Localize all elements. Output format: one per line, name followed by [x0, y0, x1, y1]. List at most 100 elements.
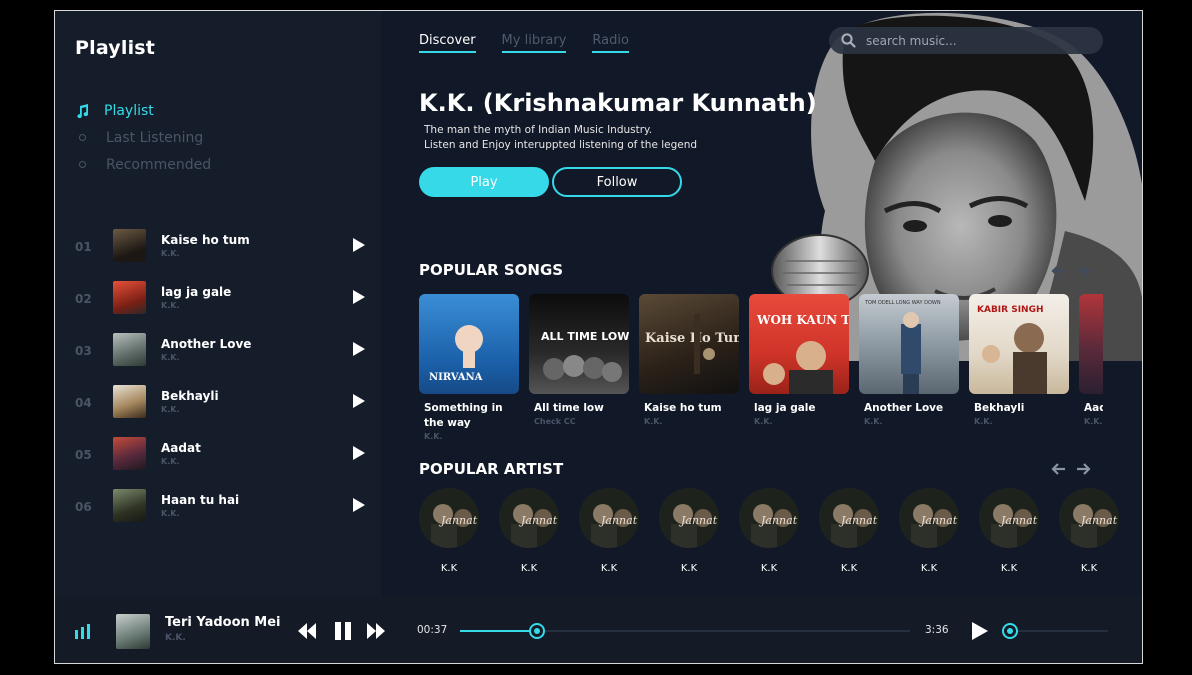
cover-text: KABIR SINGH — [977, 305, 1044, 315]
song-card[interactable]: Aad K.K. — [1079, 294, 1103, 449]
song-card[interactable]: Kaise Ho Tum Kaise ho tum K.K. — [639, 294, 739, 449]
song-title: Kaise ho tum — [644, 402, 722, 414]
popular-songs-title: POPULAR SONGS — [419, 261, 564, 279]
play-icon[interactable] — [353, 394, 365, 408]
fast-forward-icon[interactable] — [366, 622, 386, 640]
volume-handle[interactable] — [1002, 623, 1018, 639]
song-artist: K.K. — [1084, 417, 1103, 426]
artist-name: K.K — [520, 563, 538, 574]
play-icon[interactable] — [353, 342, 365, 356]
track-row[interactable]: 03 Another Love K.K. — [75, 333, 375, 385]
play-icon[interactable] — [353, 238, 365, 252]
search-bar[interactable] — [829, 27, 1103, 54]
sidebar-title: Playlist — [75, 37, 156, 59]
track-number: 03 — [75, 344, 92, 358]
sidebar-item-playlist[interactable]: Playlist — [75, 97, 211, 124]
sidebar: Playlist Playlist Last Listening Recomme… — [55, 11, 381, 597]
play-icon[interactable] — [353, 446, 365, 460]
song-title: Aad — [1084, 402, 1103, 414]
track-artist: K.K. — [161, 353, 180, 362]
progress-bar[interactable] — [460, 623, 910, 639]
tab-discover[interactable]: Discover — [419, 33, 476, 53]
popular-artist-list: Jannat K.K Jannat K.K Jannat K.K Jannat K.K Jann… — [419, 488, 1139, 574]
track-title: Bekhayli — [161, 389, 219, 403]
song-card[interactable]: KABIR SINGH Bekhayli K.K. — [969, 294, 1069, 449]
volume-slider[interactable] — [1002, 623, 1108, 639]
cover-text: TOM ODELL LONG WAY DOWN — [864, 300, 941, 306]
progress-handle[interactable] — [528, 623, 545, 639]
play-icon[interactable] — [971, 621, 989, 641]
track-thumbnail — [113, 229, 146, 262]
arrow-left-icon[interactable] — [1050, 264, 1066, 278]
song-title: lag ja gale — [754, 402, 816, 414]
avatar-text: Jannat — [519, 514, 558, 527]
now-playing-title: Teri Yadoon Mei — [165, 615, 281, 630]
track-row[interactable]: 06 Haan tu hai K.K. — [75, 489, 375, 541]
track-row[interactable]: 04 Bekhayli K.K. — [75, 385, 375, 437]
sidebar-item-last-listening[interactable]: Last Listening — [75, 124, 211, 151]
track-title: Aadat — [161, 441, 201, 455]
cover-text: Kaise Ho Tum — [645, 331, 739, 346]
artist-card[interactable]: Jannat K.K — [499, 488, 559, 574]
track-row[interactable]: 02 lag ja gale K.K. — [75, 281, 375, 333]
artist-name: K.K — [1080, 563, 1098, 574]
song-card[interactable]: WOH KAUN THI? lag ja gale K.K. — [749, 294, 849, 449]
song-artist: K.K. — [754, 417, 773, 426]
artist-card[interactable]: Jannat K.K — [819, 488, 879, 574]
artist-name: K.K — [920, 563, 938, 574]
sidebar-item-recommended[interactable]: Recommended — [75, 151, 211, 178]
play-icon[interactable] — [353, 498, 365, 512]
track-row[interactable]: 05 Aadat K.K. — [75, 437, 375, 489]
track-thumbnail — [113, 437, 146, 470]
arrow-left-icon[interactable] — [1050, 462, 1066, 476]
cover-text: NIRVANA — [429, 372, 483, 383]
popular-artist-title: POPULAR ARTIST — [419, 460, 564, 478]
track-title: lag ja gale — [161, 285, 232, 299]
artist-name: K.K — [680, 563, 698, 574]
artist-card[interactable]: Jannat K.K — [979, 488, 1039, 574]
follow-button[interactable]: Follow — [552, 167, 682, 197]
pause-icon[interactable] — [334, 622, 352, 640]
artist-title: K.K. (Krishnakumar Kunnath) — [419, 89, 817, 117]
avatar-text: Jannat — [599, 514, 638, 527]
tab-radio[interactable]: Radio — [592, 33, 629, 53]
avatar-text: Jannat — [439, 514, 478, 527]
search-input[interactable] — [866, 33, 1086, 48]
current-time: 00:37 — [417, 624, 448, 636]
artist-avatar: Jannat — [1059, 488, 1119, 548]
artist-card[interactable]: Jannat K.K — [419, 488, 479, 574]
song-card[interactable]: ALL TIME LOW All time low Check CC — [529, 294, 629, 449]
music-note-icon — [75, 103, 89, 118]
progress-fill — [460, 630, 537, 632]
artist-card[interactable]: Jannat K.K — [1059, 488, 1119, 574]
artist-card[interactable]: Jannat K.K — [659, 488, 719, 574]
artist-card[interactable]: Jannat K.K — [899, 488, 959, 574]
artist-name: K.K — [600, 563, 618, 574]
avatar-text: Jannat — [759, 514, 798, 527]
search-icon — [841, 33, 856, 48]
artist-name: K.K — [440, 563, 458, 574]
sidebar-item-label: Recommended — [106, 156, 212, 173]
song-card[interactable]: NIRVANA Something in the way K.K. — [419, 294, 519, 449]
track-row[interactable]: 01 Kaise ho tum K.K. — [75, 229, 375, 281]
artist-avatar: Jannat — [819, 488, 879, 548]
total-time: 3:36 — [925, 624, 949, 636]
arrow-right-icon[interactable] — [1076, 462, 1092, 476]
song-card[interactable]: TOM ODELL LONG WAY DOWN Another Love K.K… — [859, 294, 959, 449]
sidebar-item-label: Playlist — [104, 102, 154, 119]
rewind-icon[interactable] — [297, 622, 317, 640]
song-cover — [1079, 294, 1103, 394]
play-button[interactable]: Play — [419, 167, 549, 197]
arrow-right-icon[interactable] — [1076, 264, 1092, 278]
track-number: 04 — [75, 396, 92, 410]
song-artist: Check CC — [534, 417, 576, 426]
track-artist: K.K. — [161, 405, 180, 414]
artist-card[interactable]: Jannat K.K — [579, 488, 639, 574]
equalizer-icon[interactable] — [75, 624, 91, 639]
artist-card[interactable]: Jannat K.K — [739, 488, 799, 574]
avatar-text: Jannat — [679, 514, 718, 527]
song-title: All time low — [534, 402, 604, 414]
play-icon[interactable] — [353, 290, 365, 304]
song-cover: ALL TIME LOW — [529, 294, 629, 394]
tab-my-library[interactable]: My library — [501, 33, 567, 53]
